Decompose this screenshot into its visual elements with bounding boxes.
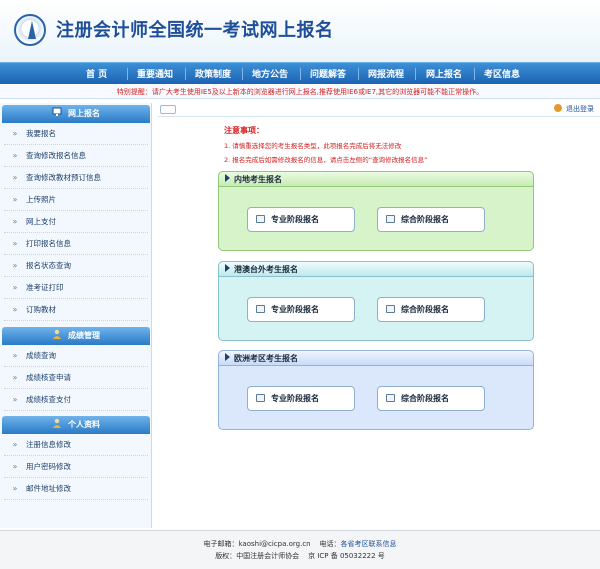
footer-email: kaoshi@cicpa.org.cn: [238, 540, 311, 548]
document-icon: [256, 305, 265, 313]
sidebar-item-order-textbook[interactable]: » 订购教材: [4, 299, 148, 321]
chevron-right-icon: »: [12, 261, 18, 270]
sidebar-item-score-query[interactable]: » 成绩查询: [4, 345, 148, 367]
sidebar-section-title: 成绩管理: [68, 331, 100, 340]
chevron-right-icon: »: [12, 351, 18, 360]
sidebar-item-query-registration[interactable]: » 查询修改报名信息: [4, 145, 148, 167]
chevron-right-icon: »: [12, 129, 18, 138]
sidebar-item-register[interactable]: » 我要报名: [4, 123, 148, 145]
document-icon: [256, 394, 265, 402]
nav-notices[interactable]: 重要通知: [137, 67, 173, 80]
chevron-right-icon: »: [12, 217, 18, 226]
sidebar-item-admission-ticket[interactable]: » 准考证打印: [4, 277, 148, 299]
chevron-right-icon: »: [12, 195, 18, 204]
sidebar-item-online-payment[interactable]: » 网上支付: [4, 211, 148, 233]
chevron-right-icon: »: [12, 305, 18, 314]
chevron-right-icon: »: [12, 151, 18, 160]
sidebar-item-change-email[interactable]: » 邮件地址修改: [4, 478, 148, 500]
footer: 电子邮箱：kaoshi@cicpa.org.cn 电话：各省考区联系信息 版权：…: [0, 530, 600, 569]
professional-stage-button[interactable]: 专业阶段报名: [247, 297, 355, 322]
sidebar: 网上报名 » 我要报名 » 查询修改报名信息 » 查询修改教材预订信息 » 上传照片 »…: [0, 103, 152, 528]
chevron-right-icon: »: [12, 462, 18, 471]
document-icon: [386, 215, 395, 223]
attention-item-1: 1. 请慎重选择您的考生报名类型，此项报名完成后将无法修改: [224, 142, 402, 150]
attention-item-2: 2. 报名完成后如需修改报名的信息，请点击左侧的“查询修改报名信息”: [224, 156, 428, 164]
monitor-icon: [52, 107, 62, 116]
sidebar-section-registration: 网上报名: [2, 105, 150, 123]
logout-link[interactable]: 退出登录: [554, 104, 594, 114]
nav-faq[interactable]: 问题解答: [310, 67, 346, 80]
professional-stage-button[interactable]: 专业阶段报名: [247, 386, 355, 411]
chevron-right-icon: »: [12, 173, 18, 182]
nav-home[interactable]: 首 页: [86, 67, 107, 80]
nav-local-announcements[interactable]: 地方公告: [252, 67, 288, 80]
comprehensive-stage-button[interactable]: 综合阶段报名: [377, 386, 485, 411]
nav-process[interactable]: 网报流程: [368, 67, 404, 80]
sidebar-section-scores: 成绩管理: [2, 327, 150, 345]
header: 注册会计师全国统一考试网上报名: [0, 0, 600, 62]
footer-contact: 电子邮箱：kaoshi@cicpa.org.cn 电话：各省考区联系信息: [203, 540, 397, 548]
chevron-right-icon: »: [12, 373, 18, 382]
panel-mainland: 内地考生报名 专业阶段报名 综合阶段报名: [218, 171, 534, 251]
footer-phone-link[interactable]: 各省考区联系信息: [341, 540, 397, 548]
nav-policy[interactable]: 政策制度: [195, 67, 231, 80]
chevron-right-icon: »: [12, 283, 18, 292]
sidebar-item-change-password[interactable]: » 用户密码修改: [4, 456, 148, 478]
nav-exam-areas[interactable]: 考区信息: [484, 67, 520, 80]
user-icon: [53, 418, 61, 428]
sidebar-item-status-query[interactable]: » 报名状态查询: [4, 255, 148, 277]
chevron-right-icon: »: [12, 484, 18, 493]
comprehensive-stage-button[interactable]: 综合阶段报名: [377, 297, 485, 322]
professional-stage-button[interactable]: 专业阶段报名: [247, 207, 355, 232]
document-icon: [386, 394, 395, 402]
chevron-right-icon: »: [12, 440, 18, 449]
triangle-right-icon: [225, 353, 230, 361]
panel-header: 欧洲考区考生报名: [219, 351, 533, 366]
site-title: 注册会计师全国统一考试网上报名: [56, 20, 334, 41]
document-icon: [386, 305, 395, 313]
chevron-right-icon: »: [12, 239, 18, 248]
sidebar-section-title: 个人资料: [68, 420, 100, 429]
document-icon: [256, 215, 265, 223]
user-icon: [53, 329, 61, 339]
sidebar-item-print-registration[interactable]: » 打印报名信息: [4, 233, 148, 255]
panel-europe: 欧洲考区考生报名 专业阶段报名 综合阶段报名: [218, 350, 534, 430]
footer-copyright: 版权：中国注册会计师协会 京 ICP 备 05032222 号: [215, 552, 385, 560]
triangle-right-icon: [225, 264, 230, 272]
comprehensive-stage-button[interactable]: 综合阶段报名: [377, 207, 485, 232]
sidebar-item-score-review[interactable]: » 成绩核查申请: [4, 367, 148, 389]
attention-title: 注意事项：: [224, 126, 264, 135]
triangle-right-icon: [225, 174, 230, 182]
sidebar-item-query-textbook[interactable]: » 查询修改教材预订信息: [4, 167, 148, 189]
panel-hk-macao-taiwan-foreign: 港澳台外考生报名 专业阶段报名 综合阶段报名: [218, 261, 534, 341]
nav-online-registration[interactable]: 网上报名: [426, 67, 462, 80]
cicpa-logo: [14, 14, 46, 46]
sidebar-section-profile: 个人资料: [2, 416, 150, 434]
main-content: 退出登录 注意事项： 1. 请慎重选择您的考生报名类型，此项报名完成后将无法修改…: [158, 103, 600, 528]
sidebar-section-title: 网上报名: [68, 109, 100, 118]
sidebar-item-upload-photo[interactable]: » 上传照片: [4, 189, 148, 211]
panel-header: 内地考生报名: [219, 172, 533, 187]
sidebar-item-edit-registration[interactable]: » 注册信息修改: [4, 434, 148, 456]
chevron-right-icon: »: [12, 395, 18, 404]
special-notice: 特别提醒：请广大考生使用IE5及以上新本的浏览器进行网上报名,推荐使用IE6或I…: [0, 85, 600, 99]
footer-icp: 京 ICP 备 05032222 号: [308, 552, 385, 560]
window-icon: [160, 105, 176, 114]
sidebar-item-review-payment[interactable]: » 成绩核查支付: [4, 389, 148, 411]
logout-icon: [554, 104, 562, 112]
panel-header: 港澳台外考生报名: [219, 262, 533, 277]
content-topbar: 退出登录: [158, 103, 600, 117]
main-nav: 首 页 重要通知 政策制度 地方公告 问题解答 网报流程 网上报名 考区信息: [0, 62, 600, 84]
